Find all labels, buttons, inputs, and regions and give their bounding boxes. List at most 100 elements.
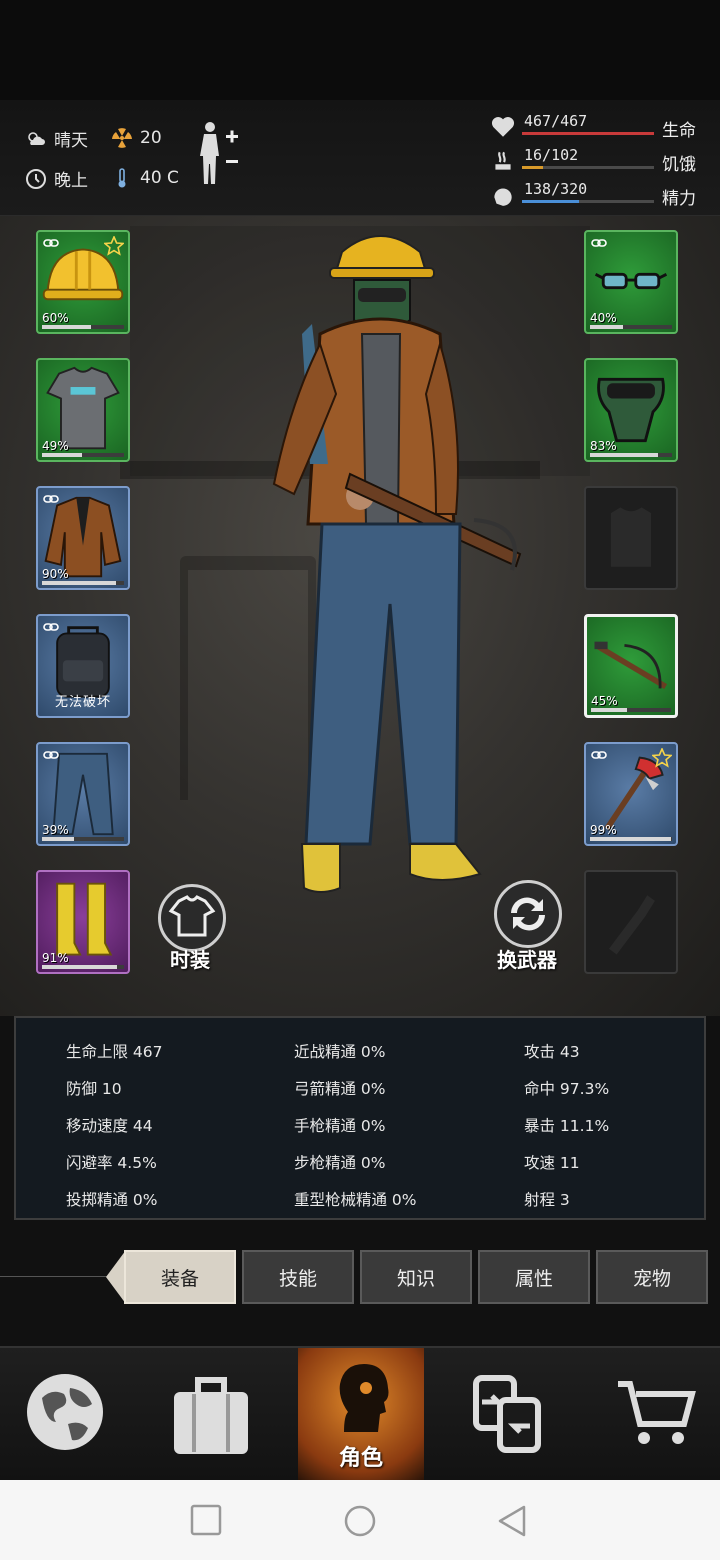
- durability-fill: [591, 708, 627, 712]
- durability-bar: [591, 708, 671, 712]
- nav-character-label: 角色: [338, 1446, 383, 1471]
- durability-bar: [42, 581, 124, 585]
- shirt-icon: [168, 895, 216, 937]
- equip-slot-mask[interactable]: 83%: [584, 358, 678, 462]
- tab-skills[interactable]: 技能: [242, 1250, 354, 1304]
- equip-slot-throwable[interactable]: [584, 870, 678, 974]
- energy-bar-fill: [522, 200, 579, 203]
- attr-attack: 攻击 43: [524, 1043, 580, 1061]
- indestructible-label: 无法破坏: [54, 695, 111, 710]
- tab-attributes[interactable]: 属性: [478, 1250, 590, 1304]
- outfit-label: 时装: [170, 948, 210, 972]
- durability-text: 40%: [590, 311, 617, 325]
- equip-slot-boots[interactable]: 91%: [36, 870, 130, 974]
- top-black-area: [0, 0, 720, 110]
- back-icon[interactable]: [496, 1504, 528, 1538]
- equip-slot-pants[interactable]: 39%: [36, 742, 130, 846]
- recent-apps-icon[interactable]: [190, 1504, 222, 1536]
- stat-label: 生命: [662, 121, 696, 141]
- durability-bar: [590, 453, 672, 457]
- throwable-placeholder-icon: [608, 895, 655, 955]
- backpack-icon[interactable]: [170, 1374, 252, 1458]
- durability-text: 60%: [42, 311, 69, 325]
- equip-slot-shirt[interactable]: 49%: [36, 358, 130, 462]
- attr-accuracy: 命中 97.3%: [524, 1080, 610, 1098]
- link-icon: [43, 495, 59, 503]
- equip-slot-weapon-primary[interactable]: 45%: [584, 614, 678, 718]
- home-icon[interactable]: [343, 1504, 377, 1538]
- durability-bar: [590, 837, 672, 841]
- durability-bar: [42, 837, 124, 841]
- radiation-indicator: 20: [110, 126, 162, 150]
- link-icon: [43, 751, 59, 759]
- system-nav-bar: [0, 1480, 720, 1560]
- link-icon: [43, 623, 59, 631]
- stat-energy: 138/320 精力: [488, 180, 708, 212]
- star-icon: [104, 236, 124, 256]
- attr-attack-speed: 攻速 11: [524, 1154, 580, 1172]
- tab-knowledge[interactable]: 知识: [360, 1250, 472, 1304]
- durability-bar: [42, 325, 124, 329]
- weather-indicator: 晴天: [24, 126, 88, 151]
- durability-fill: [590, 453, 659, 457]
- attr-heavy-mastery: 重型枪械精通 0%: [294, 1191, 417, 1209]
- attr-dodge: 闪避率 4.5%: [66, 1154, 157, 1172]
- hunger-bar-fill: [522, 166, 543, 169]
- vest-placeholder-icon: [610, 507, 652, 567]
- durability-fill: [590, 325, 623, 329]
- equip-slot-glasses[interactable]: 40%: [584, 230, 678, 334]
- attr-melee-mastery: 近战精通 0%: [294, 1043, 386, 1061]
- attribute-panel: 生命上限 467 近战精通 0% 攻击 43 防御 10 弓箭精通 0% 命中 …: [14, 1016, 706, 1220]
- time-text: 晚上: [54, 171, 88, 191]
- durability-fill: [590, 837, 672, 841]
- durability-text: 90%: [42, 567, 69, 581]
- link-icon: [591, 239, 607, 247]
- attr-move-speed: 移动速度 44: [66, 1117, 153, 1135]
- stat-health: 467/467 生命: [488, 112, 708, 144]
- body-status-icon[interactable]: [196, 120, 242, 186]
- outfit-button[interactable]: [158, 884, 226, 952]
- durability-fill: [42, 453, 83, 457]
- attr-range: 射程 3: [524, 1191, 570, 1209]
- equip-slot-backpack[interactable]: 无法破坏: [36, 614, 130, 718]
- durability-bar: [42, 965, 124, 969]
- energy-icon: [494, 188, 512, 206]
- durability-fill: [42, 965, 117, 969]
- swap-weapon-button[interactable]: [494, 880, 562, 948]
- durability-bar: [590, 325, 672, 329]
- stat-label: 精力: [662, 189, 696, 209]
- swap-icon: [511, 897, 545, 931]
- trade-icon[interactable]: [470, 1374, 546, 1454]
- durability-text: 39%: [42, 823, 69, 837]
- attr-archery-mastery: 弓箭精通 0%: [294, 1080, 386, 1098]
- radiation-value: 20: [140, 128, 162, 148]
- radiation-icon: [112, 128, 132, 148]
- stat-value: 138/320: [524, 180, 588, 198]
- stat-label: 饥饿: [662, 155, 696, 175]
- cart-icon[interactable]: [616, 1378, 696, 1448]
- survivor-character: [272, 235, 522, 893]
- equip-slot-weapon-secondary[interactable]: 99%: [584, 742, 678, 846]
- link-icon: [43, 239, 59, 247]
- swap-weapon-label: 换武器: [497, 948, 557, 972]
- map-icon[interactable]: [24, 1368, 106, 1458]
- temperature-indicator: 40 C: [110, 166, 179, 190]
- status-hud: 晴天 20 晚上 40 C 467/467 生命 16/102 饥饿 138/3…: [0, 100, 720, 217]
- equip-slot-vest[interactable]: [584, 486, 678, 590]
- tab-pets[interactable]: 宠物: [596, 1250, 708, 1304]
- stat-bar: [522, 166, 654, 169]
- attr-pistol-mastery: 手枪精通 0%: [294, 1117, 386, 1135]
- stat-hunger: 16/102 饥饿: [488, 146, 708, 178]
- tab-equipment[interactable]: 装备: [124, 1250, 236, 1304]
- attr-defense: 防御 10: [66, 1080, 122, 1098]
- durability-text: 49%: [42, 439, 69, 453]
- stat-value: 467/467: [524, 112, 588, 130]
- equip-slot-helmet[interactable]: 60%: [36, 230, 130, 334]
- thermometer-icon: [118, 168, 126, 188]
- temperature-value: 40 C: [140, 168, 179, 188]
- equip-slot-jacket[interactable]: 90%: [36, 486, 130, 590]
- attr-throw-mastery: 投掷精通 0%: [66, 1191, 158, 1209]
- hunger-icon: [495, 151, 511, 170]
- weather-text: 晴天: [54, 131, 88, 151]
- stat-value: 16/102: [524, 146, 579, 164]
